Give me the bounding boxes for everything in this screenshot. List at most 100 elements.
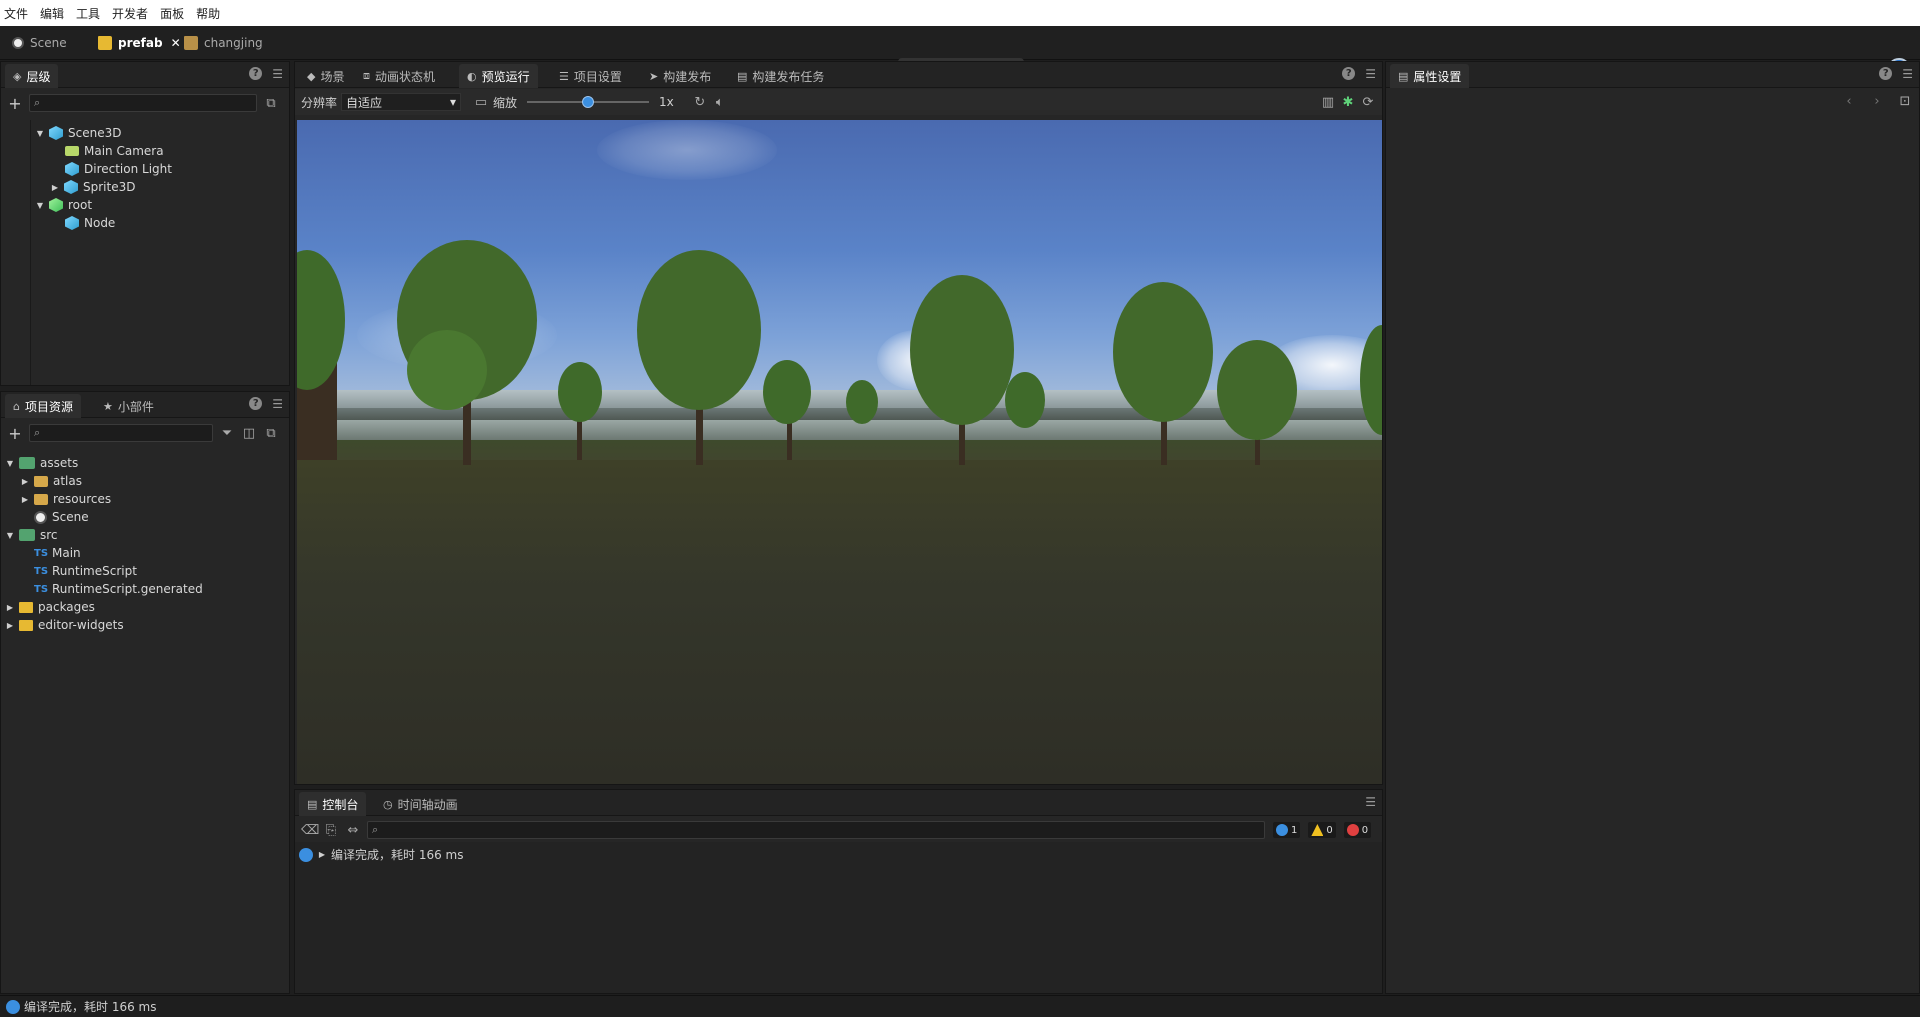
asset-item-editor-widgets[interactable]: ▶ editor-widgets [5, 614, 124, 636]
tab-label: 小部件 [117, 399, 154, 414]
hierarchy-search-input[interactable] [40, 97, 256, 109]
filter-icon[interactable]: ⏷ [219, 426, 235, 441]
tab-project-assets[interactable]: ⌂ 项目资源 [5, 394, 81, 418]
item-label: Scene [52, 510, 89, 524]
copy-icon[interactable]: ⎘ [323, 823, 339, 838]
help-icon[interactable]: ? [249, 397, 263, 410]
console-search-input[interactable] [378, 824, 1264, 836]
warn-count-badge[interactable]: 0 [1308, 822, 1336, 838]
lock-icon[interactable]: ⊡ [1897, 94, 1913, 109]
menu-icon[interactable]: ☰ [1365, 795, 1376, 809]
tab-widgets[interactable]: ★ 小部件 [95, 394, 162, 418]
tab-label: 属性设置 [1413, 69, 1462, 84]
menu-file[interactable]: 文件 [4, 5, 28, 22]
node-label: Scene3D [68, 126, 122, 140]
menu-tools[interactable]: 工具 [76, 5, 100, 22]
node-label: Node [84, 216, 116, 230]
tab-publish-tasks[interactable]: ▤ 构建发布任务 [729, 64, 832, 88]
assets-search-input[interactable] [40, 427, 212, 439]
expand-arrow-icon[interactable]: ▼ [5, 531, 15, 540]
zoom-slider[interactable] [527, 96, 650, 108]
help-icon[interactable]: ? [1879, 67, 1893, 80]
forward-icon[interactable]: › [1869, 94, 1885, 109]
preview-toolbar: 分辨率 自适应 ▾ ▭ 缩放 1x ↻ 🔈︎ ▥ ✱ ⟳ [295, 89, 1382, 115]
menu-icon[interactable]: ☰ [272, 67, 283, 81]
menu-edit[interactable]: 编辑 [40, 5, 64, 22]
add-node-button[interactable]: + [7, 94, 23, 113]
menu-help[interactable]: 帮助 [196, 5, 220, 22]
info-icon [1276, 824, 1288, 836]
game-viewport[interactable] [297, 120, 1382, 784]
tab-label: 时间轴动画 [397, 797, 458, 812]
tab-hierarchy[interactable]: ◈ 层级 [5, 64, 59, 88]
panel-header-icons: ? ☰ [249, 67, 283, 81]
menu-icon[interactable]: ☰ [272, 397, 283, 411]
collapse-icon[interactable]: ⇔ [345, 823, 361, 838]
item-label: packages [38, 600, 95, 614]
menu-icon[interactable]: ☰ [1902, 67, 1913, 81]
menu-icon[interactable]: ☰ [1365, 67, 1376, 81]
tab-publish[interactable]: ➤ 构建发布 [641, 64, 719, 88]
folder-icon [34, 475, 48, 487]
error-icon [1346, 824, 1359, 836]
tab-properties[interactable]: ▤ 属性设置 [1390, 64, 1470, 88]
expand-arrow-icon[interactable]: ▶ [317, 850, 327, 859]
collapse-all-icon[interactable]: ⧉ [263, 96, 279, 111]
refresh-icon[interactable]: ⟳ [1360, 95, 1376, 110]
node-label: Sprite3D [83, 180, 136, 194]
error-count-badge[interactable]: 0 [1343, 822, 1372, 838]
tab-timeline[interactable]: ◷ 时间轴动画 [375, 792, 466, 816]
expand-arrow-icon[interactable]: ▶ [5, 603, 15, 612]
frame-icon[interactable]: ▭ [473, 95, 489, 110]
clock-icon: ◷ [383, 797, 393, 811]
cube-icon [49, 126, 63, 140]
expand-arrow-icon[interactable]: ▼ [5, 459, 15, 468]
folder-icon [34, 493, 48, 505]
tab-preview[interactable]: ◐ 预览运行 [459, 64, 538, 88]
tab-project-settings[interactable]: ☰ 项目设置 [551, 64, 630, 88]
clear-icon[interactable]: ⌫ [301, 823, 319, 838]
tree-node-node[interactable]: Node [65, 212, 115, 234]
hierarchy-tree: ▼ Scene3D Main Camera Direction Light ▶ … [1, 120, 289, 385]
help-icon[interactable]: ? [249, 67, 263, 80]
expand-arrow-icon[interactable]: ▼ [35, 129, 45, 138]
doc-tab-scene[interactable]: Scene [4, 30, 75, 56]
tab-state-machine[interactable]: ⧈ 动画状态机 [355, 64, 443, 88]
expand-arrow-icon[interactable]: ▶ [20, 495, 30, 504]
menu-panel[interactable]: 面板 [160, 5, 184, 22]
stats-icon[interactable]: ▥ [1320, 95, 1336, 110]
menu-developer[interactable]: 开发者 [112, 5, 148, 22]
properties-panel: ▤ 属性设置 ? ☰ ‹ › ⊡ [1385, 61, 1920, 994]
node-label: root [68, 198, 93, 212]
green-cube-icon [49, 198, 63, 212]
help-icon[interactable]: ? [1342, 67, 1356, 80]
zoom-label: 缩放 [493, 95, 518, 110]
document-tab-bar: Scene prefab ✕ changjing ◎ ▯ ▭ ▾ 誰 [0, 26, 1920, 82]
debug-icon[interactable]: ✱ [1340, 95, 1356, 110]
resolution-select[interactable]: 自适应 ▾ [341, 93, 462, 111]
info-icon [6, 999, 20, 1014]
reload-icon[interactable]: ↻ [692, 95, 708, 110]
add-asset-button[interactable]: + [7, 424, 23, 443]
expand-arrow-icon[interactable]: ▼ [35, 201, 45, 210]
mute-icon[interactable]: 🔈︎ [712, 95, 728, 110]
tab-scene[interactable]: ◆ 场景 [299, 64, 352, 88]
info-count-badge[interactable]: 1 [1273, 822, 1301, 838]
prefab-icon [184, 36, 198, 50]
doc-tab-changjing[interactable]: changjing [176, 30, 271, 56]
log-entry[interactable]: ▶ 编译完成，耗时 166 ms [299, 846, 463, 863]
tab-console[interactable]: ▤ 控制台 [299, 792, 367, 816]
preview-icon: ◐ [467, 69, 477, 83]
expand-arrow-icon[interactable]: ▶ [5, 621, 15, 630]
node-label: Main Camera [84, 144, 164, 158]
back-icon[interactable]: ‹ [1841, 94, 1857, 109]
doc-tab-prefab[interactable]: prefab ✕ [90, 30, 189, 56]
collapse-all-icon[interactable]: ⧉ [263, 426, 279, 441]
scene-icon [12, 37, 24, 49]
split-view-icon[interactable]: ◫ [241, 426, 257, 441]
expand-arrow-icon[interactable]: ▶ [50, 183, 60, 192]
info-icon [299, 847, 313, 862]
zoom-slider-thumb[interactable] [582, 96, 595, 108]
panel-header-icons: ? ☰ [1342, 67, 1376, 81]
expand-arrow-icon[interactable]: ▶ [20, 477, 30, 486]
